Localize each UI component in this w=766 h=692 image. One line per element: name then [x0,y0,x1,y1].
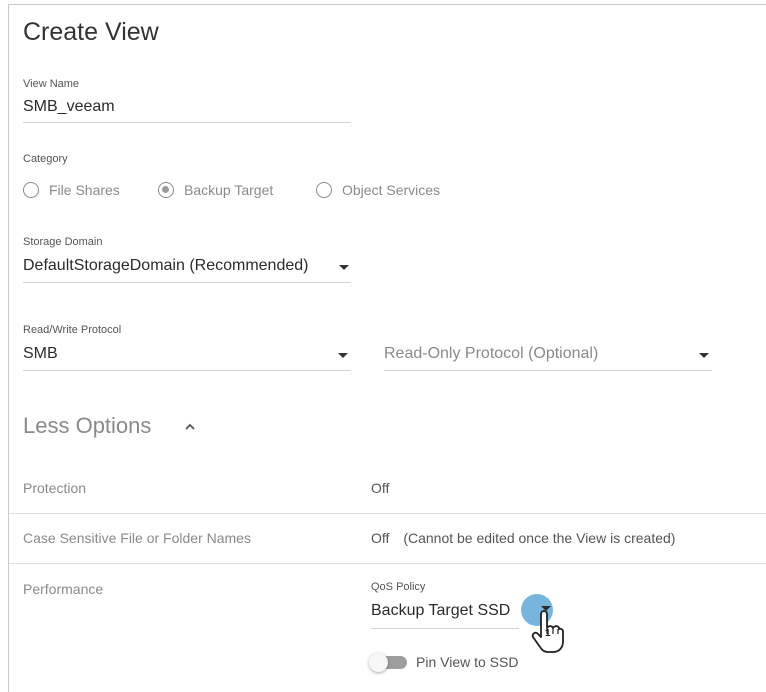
rw-protocol-label: Read/Write Protocol [23,324,122,336]
ro-protocol-underline [384,370,712,371]
pin-ssd-toggle-knob[interactable] [369,653,388,672]
qos-policy-underline [371,628,519,629]
radio-label: Object Services [342,182,441,198]
rw-protocol-select[interactable]: SMB [23,345,58,363]
radio-checked-icon [158,182,174,198]
view-name-underline [23,122,351,123]
case-sensitive-value: Off (Cannot be edited once the View is c… [371,530,675,546]
category-label: Category [23,153,68,165]
chevron-down-icon[interactable] [339,265,349,270]
pin-ssd-label: Pin View to SSD [416,654,519,670]
cursor-step-badge: 1 [545,628,551,639]
radio-object-services[interactable]: Object Services [316,182,440,198]
chevron-down-icon[interactable] [338,353,348,358]
qos-policy-label: QoS Policy [371,581,426,593]
protection-label: Protection [23,480,87,496]
qos-policy-select[interactable]: Backup Target SSD [371,602,510,620]
case-sensitive-note: (Cannot be edited once the View is creat… [403,530,676,546]
radio-file-shares[interactable]: File Shares [23,182,120,198]
case-sensitive-state: Off [371,530,390,546]
radio-label: Backup Target [184,182,274,198]
row-divider [9,513,766,514]
page-title: Create View [23,18,159,46]
ro-protocol-select[interactable]: Read-Only Protocol (Optional) [384,345,598,363]
chevron-down-icon[interactable] [699,353,709,358]
storage-domain-label: Storage Domain [23,236,103,248]
storage-domain-underline [23,282,351,283]
protection-value: Off [371,480,390,496]
view-name-label: View Name [23,78,80,90]
storage-domain-select[interactable]: DefaultStorageDomain (Recommended) [23,257,308,275]
rw-protocol-underline [23,370,351,371]
case-sensitive-label: Case Sensitive File or Folder Names [23,530,251,546]
chevron-up-icon[interactable] [183,421,197,431]
radio-circle-icon [23,182,39,198]
radio-label: File Shares [49,182,120,198]
radio-backup-target[interactable]: Backup Target [158,182,273,198]
row-divider [9,563,766,564]
radio-circle-icon [316,182,332,198]
less-options-toggle[interactable]: Less Options [23,413,151,439]
view-name-input[interactable]: SMB_veeam [23,98,115,116]
performance-label: Performance [23,581,104,597]
